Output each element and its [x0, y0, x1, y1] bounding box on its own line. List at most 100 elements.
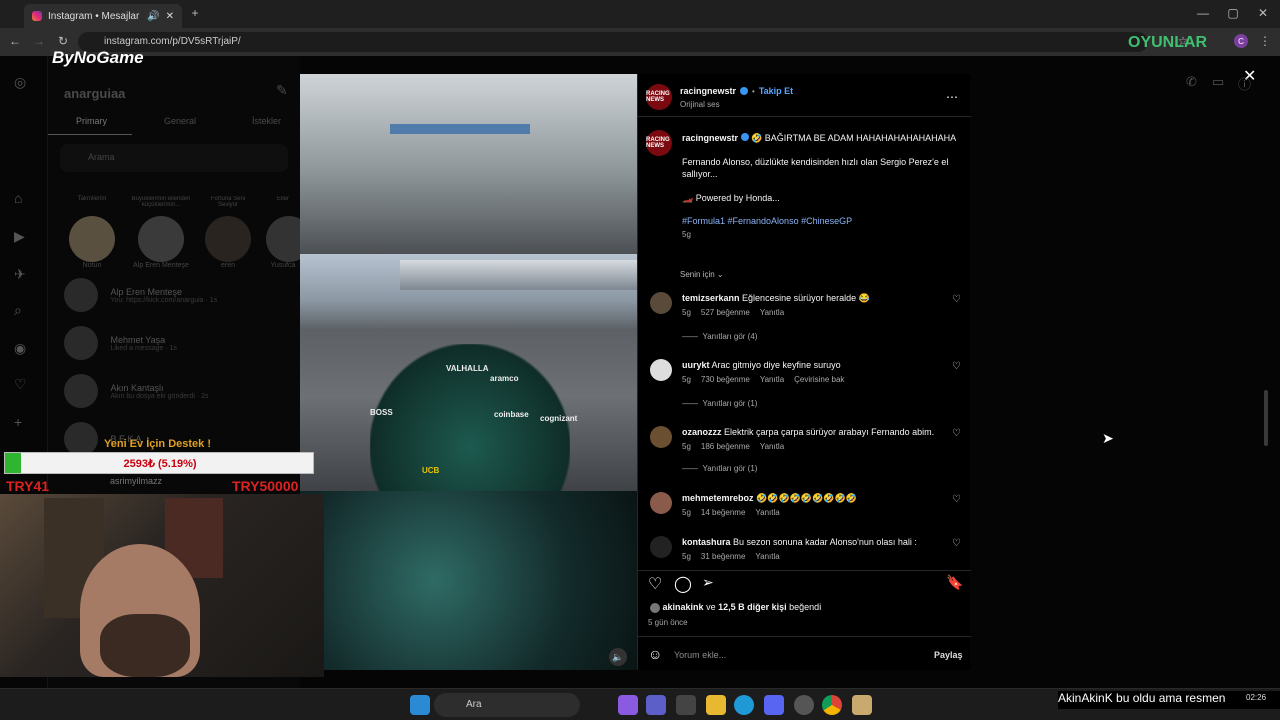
windows-start-icon[interactable] [410, 695, 430, 715]
like-post-icon[interactable]: ♡ [648, 574, 662, 594]
comment-likes[interactable]: 186 beğenme [701, 442, 750, 451]
discord-icon[interactable] [764, 695, 784, 715]
browser-tab[interactable]: Instagram • Mesajlar 🔊 ✕ [24, 4, 182, 28]
comment-likes[interactable]: 527 beğenme [701, 308, 750, 317]
mute-toggle-icon[interactable]: 🔈 [609, 648, 627, 666]
forward-icon[interactable]: → [32, 34, 46, 48]
comment-avatar[interactable] [650, 292, 672, 314]
audio-label[interactable]: Orijinal ses [680, 100, 720, 109]
thread-row[interactable]: Alp Eren Menteşe You: https://kick.com/a… [64, 278, 294, 318]
note-2[interactable]: Büyüklerimin elleriden küçüklerimin... A… [130, 196, 192, 269]
note-1[interactable]: Takmilerim Notun [64, 196, 120, 269]
store-icon[interactable] [676, 695, 696, 715]
scrollbar[interactable] [1264, 390, 1268, 446]
comment-divider [638, 636, 971, 637]
close-window-button[interactable]: ✕ [1256, 6, 1270, 20]
like-comment-icon[interactable]: ♡ [952, 294, 961, 305]
liked-by[interactable]: akinakink ve 12,5 B diğer kişi beğendi [650, 602, 821, 613]
chrome-icon[interactable] [822, 695, 842, 715]
share-icon[interactable]: ➢ [702, 574, 714, 591]
author-username[interactable]: racingnewstr [680, 86, 736, 96]
profile-avatar[interactable]: C [1234, 34, 1248, 48]
caption-username[interactable]: racingnewstr [682, 133, 738, 143]
follow-button[interactable]: Takip Et [759, 86, 793, 96]
home-icon[interactable]: ⌂ [14, 190, 34, 210]
speaker-icon[interactable]: 🔊 [147, 11, 159, 22]
comment-avatar[interactable] [650, 359, 672, 381]
comment-icon[interactable]: ◯ [674, 574, 692, 594]
thread-row[interactable]: Akın Kantaşlı Akın bu dosya eki gönderdi… [64, 374, 294, 414]
save-icon[interactable]: 🔖 [946, 574, 963, 591]
caption-avatar[interactable]: RACING NEWS [646, 130, 672, 156]
more-options-icon[interactable]: ⋯ [946, 90, 958, 104]
donation-progress-bar: 2593₺ (5.19%) [4, 452, 314, 474]
compose-icon[interactable]: ✎ [276, 82, 288, 99]
url-field[interactable]: instagram.com/p/DV5sRTrjaiP/ [78, 32, 1148, 52]
instagram-logo-icon[interactable]: ◎ [14, 74, 34, 94]
clock[interactable]: 02:26 [1246, 693, 1266, 702]
new-tab-button[interactable]: + [188, 6, 202, 20]
like-comment-icon[interactable]: ♡ [952, 494, 961, 505]
thread-row[interactable]: Mehmet Yaşa Liked a message · 1s [64, 326, 294, 366]
comment-sort-dropdown[interactable]: Senin için ⌄ [680, 270, 724, 279]
see-translation-button[interactable]: Çevirisine bak [794, 375, 844, 384]
like-comment-icon[interactable]: ♡ [952, 538, 961, 549]
note-4[interactable]: Eller Yusufca [266, 196, 300, 269]
comment-username[interactable]: mehmetemreboz [682, 493, 754, 503]
tab-requests[interactable]: İstekler [252, 116, 281, 126]
reply-button[interactable]: Yanıtla [755, 552, 779, 561]
minimize-button[interactable]: — [1196, 6, 1210, 20]
messages-icon[interactable]: ✈ [14, 266, 34, 286]
maximize-button[interactable]: ▢ [1226, 6, 1240, 20]
view-replies-button[interactable]: —— Yanıtları gör (4) [682, 332, 757, 341]
comment-avatar[interactable] [650, 492, 672, 514]
file-explorer-icon[interactable] [706, 695, 726, 715]
reply-button[interactable]: Yanıtla [760, 375, 784, 384]
emoji-icon[interactable]: ☺ [648, 646, 662, 662]
comment-likes[interactable]: 31 beğenme [701, 552, 745, 561]
note-3[interactable]: Fortuna Seni Seviyor eren [200, 196, 256, 269]
reel-video[interactable]: VALHALLA aramco BOSS cognizant UCB coinb… [300, 74, 637, 670]
reply-button[interactable]: Yanıtla [760, 442, 784, 451]
comment-likes[interactable]: 730 beğenme [701, 375, 750, 384]
close-tab-icon[interactable]: ✕ [166, 11, 174, 22]
app-icon[interactable] [794, 695, 814, 715]
taskbar-search[interactable]: Ara [434, 693, 580, 717]
reply-button[interactable]: Yanıtla [760, 308, 784, 317]
instagram-icon [32, 11, 42, 21]
comment-username[interactable]: ozanozzz [682, 427, 722, 437]
comment-username[interactable]: kontashura [682, 537, 731, 547]
reload-icon[interactable]: ↻ [56, 34, 70, 48]
author-avatar[interactable]: RACING NEWS [646, 84, 672, 110]
reels-icon[interactable]: ▶ [14, 228, 34, 248]
comment-username[interactable]: temizserkann [682, 293, 740, 303]
reply-button[interactable]: Yanıtla [755, 508, 779, 517]
menu-icon[interactable]: ⋮ [1258, 34, 1272, 48]
view-replies-label: Yanıtları gör (4) [702, 332, 758, 341]
dm-search-input[interactable]: Arama [60, 144, 288, 172]
comment-likes[interactable]: 14 beğenme [701, 508, 745, 517]
like-comment-icon[interactable]: ♡ [952, 428, 961, 439]
comment-username[interactable]: uurykt [682, 360, 710, 370]
comment-input[interactable]: Yorum ekle... [674, 650, 874, 660]
explore-icon[interactable]: ◉ [14, 340, 34, 360]
edge-icon[interactable] [734, 695, 754, 715]
hashtags[interactable]: #Formula1 #FernandoAlonso #ChineseGP [682, 216, 962, 226]
tab-general[interactable]: General [164, 116, 196, 126]
view-replies-button[interactable]: —— Yanıtları gör (1) [682, 399, 757, 408]
create-icon[interactable]: + [14, 414, 34, 434]
dm-username[interactable]: anarguiaa [64, 86, 125, 101]
copilot-icon[interactable] [618, 695, 638, 715]
back-icon[interactable]: ← [8, 34, 22, 48]
post-comment-button[interactable]: Paylaş [934, 650, 963, 660]
comment-avatar[interactable] [650, 426, 672, 448]
tab-primary[interactable]: Primary [76, 116, 107, 126]
search-icon[interactable]: ⌕ [14, 302, 34, 322]
note-title: Takmilerim [77, 196, 107, 202]
heart-icon[interactable]: ♡ [14, 376, 34, 396]
league-icon[interactable] [852, 695, 872, 715]
comment-avatar[interactable] [650, 536, 672, 558]
like-comment-icon[interactable]: ♡ [952, 361, 961, 372]
teams-icon[interactable] [646, 695, 666, 715]
view-replies-button[interactable]: —— Yanıtları gör (1) [682, 464, 757, 473]
